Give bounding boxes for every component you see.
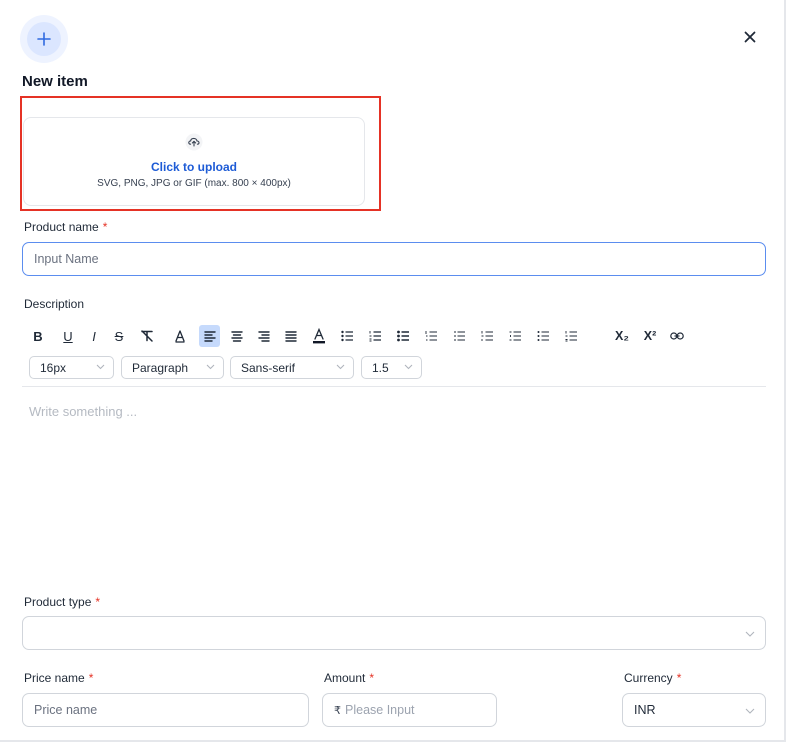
line-height-select[interactable]: 1.5 bbox=[361, 356, 422, 379]
currency-select[interactable]: INR bbox=[622, 693, 766, 727]
font-size-select[interactable]: 16px bbox=[29, 356, 114, 379]
align-center-icon bbox=[231, 331, 243, 342]
paragraph-select-value: Paragraph bbox=[132, 360, 189, 375]
align-center-button[interactable] bbox=[227, 325, 247, 347]
list-style-3-icon bbox=[509, 331, 521, 341]
align-justify-button[interactable] bbox=[281, 325, 301, 347]
bold-icon: B bbox=[33, 328, 43, 344]
price-name-label: Price name * bbox=[24, 671, 93, 685]
underline-button[interactable]: U bbox=[57, 325, 79, 347]
product-name-label: Product name * bbox=[24, 220, 107, 234]
font-size-select-value: 16px bbox=[40, 360, 67, 375]
align-right-button[interactable] bbox=[254, 325, 274, 347]
upload-hint: SVG, PNG, JPG or GIF (max. 800 × 400px) bbox=[97, 178, 291, 189]
product-name-placeholder: Input Name bbox=[34, 252, 99, 266]
bullet-list-bold-button[interactable] bbox=[393, 325, 413, 347]
page-title: New item bbox=[22, 73, 88, 90]
price-name-input[interactable]: Price name bbox=[22, 693, 309, 727]
price-name-placeholder: Price name bbox=[34, 703, 98, 717]
description-label: Description bbox=[24, 297, 85, 311]
align-right-icon bbox=[258, 331, 270, 342]
list-style-3-button[interactable] bbox=[505, 325, 525, 347]
list-style-5-icon bbox=[565, 331, 577, 342]
paragraph-select[interactable]: Paragraph bbox=[121, 356, 224, 379]
list-style-1-icon bbox=[453, 331, 465, 341]
list-style-2-button[interactable] bbox=[477, 325, 497, 347]
list-style-2-icon bbox=[481, 331, 493, 341]
chevron-down-icon bbox=[745, 708, 755, 714]
chevron-down-icon bbox=[336, 364, 345, 370]
ordered-list-icon bbox=[369, 331, 381, 342]
italic-button[interactable]: I bbox=[84, 325, 104, 347]
close-icon bbox=[744, 31, 756, 43]
strikethrough-icon: S bbox=[114, 328, 124, 344]
product-type-select[interactable] bbox=[22, 616, 766, 650]
add-item-badge-inner bbox=[27, 22, 61, 56]
numbered-list-button[interactable] bbox=[421, 325, 441, 347]
bold-button[interactable]: B bbox=[27, 325, 49, 347]
currency-label-text: Currency bbox=[624, 671, 673, 685]
clear-format-button[interactable] bbox=[137, 325, 157, 347]
editor-divider bbox=[22, 386, 766, 387]
font-color-button[interactable] bbox=[309, 325, 329, 347]
product-type-label: Product type * bbox=[24, 595, 100, 609]
font-color-icon bbox=[313, 328, 325, 344]
required-mark: * bbox=[369, 671, 375, 685]
amount-label-text: Amount bbox=[324, 671, 366, 685]
close-button[interactable] bbox=[740, 27, 760, 47]
underline-icon: U bbox=[63, 328, 73, 344]
line-height-select-value: 1.5 bbox=[372, 360, 389, 375]
clear-format-icon bbox=[141, 330, 153, 342]
chevron-down-icon bbox=[745, 631, 755, 637]
link-button[interactable] bbox=[667, 325, 687, 347]
superscript-button[interactable]: X² bbox=[639, 325, 661, 347]
font-family-select-value: Sans-serif bbox=[241, 360, 296, 375]
editor-toolbar: B U I S X₂ X² bbox=[27, 325, 767, 347]
chevron-down-icon bbox=[206, 364, 215, 370]
font-family-select[interactable]: Sans-serif bbox=[230, 356, 354, 379]
required-mark: * bbox=[102, 220, 108, 234]
format-painter-icon bbox=[175, 330, 185, 343]
chevron-down-icon bbox=[96, 364, 105, 370]
align-justify-icon bbox=[285, 331, 297, 342]
italic-icon: I bbox=[92, 328, 96, 344]
product-name-label-text: Product name bbox=[24, 220, 99, 234]
align-left-button[interactable] bbox=[199, 325, 220, 347]
list-style-4-button[interactable] bbox=[533, 325, 553, 347]
bullet-list-icon bbox=[340, 330, 353, 342]
align-left-icon bbox=[203, 331, 216, 342]
currency-select-value: INR bbox=[634, 703, 656, 717]
amount-label: Amount * bbox=[324, 671, 374, 685]
subscript-icon: X₂ bbox=[615, 329, 629, 343]
currency-label: Currency * bbox=[624, 671, 681, 685]
plus-icon bbox=[37, 32, 51, 46]
product-type-label-text: Product type bbox=[24, 595, 92, 609]
upload-link[interactable]: Click to upload bbox=[23, 160, 365, 174]
rupee-icon: ₹ bbox=[334, 704, 341, 717]
product-name-input[interactable]: Input Name bbox=[22, 242, 766, 276]
link-icon bbox=[670, 332, 684, 340]
required-mark: * bbox=[95, 595, 101, 609]
required-mark: * bbox=[88, 671, 94, 685]
list-style-1-button[interactable] bbox=[449, 325, 469, 347]
amount-input[interactable]: ₹ Please Input bbox=[322, 693, 497, 727]
cloud-upload-icon bbox=[185, 133, 203, 151]
ordered-list-button[interactable] bbox=[365, 325, 385, 347]
editor-placeholder: Write something ... bbox=[29, 404, 138, 419]
bullet-list-bold-icon bbox=[396, 330, 409, 342]
add-item-badge bbox=[20, 15, 68, 63]
amount-placeholder: Please Input bbox=[345, 703, 415, 717]
price-name-label-text: Price name bbox=[24, 671, 85, 685]
bullet-list-button[interactable] bbox=[337, 325, 357, 347]
numbered-list-icon bbox=[425, 331, 437, 341]
format-painter-button[interactable] bbox=[170, 325, 190, 347]
subscript-button[interactable]: X₂ bbox=[611, 325, 633, 347]
required-mark: * bbox=[676, 671, 682, 685]
list-style-4-icon bbox=[537, 331, 549, 341]
description-editor[interactable] bbox=[22, 392, 766, 582]
chevron-down-icon bbox=[404, 364, 413, 370]
strikethrough-button[interactable]: S bbox=[109, 325, 129, 347]
superscript-icon: X² bbox=[643, 329, 657, 343]
list-style-5-button[interactable] bbox=[561, 325, 581, 347]
